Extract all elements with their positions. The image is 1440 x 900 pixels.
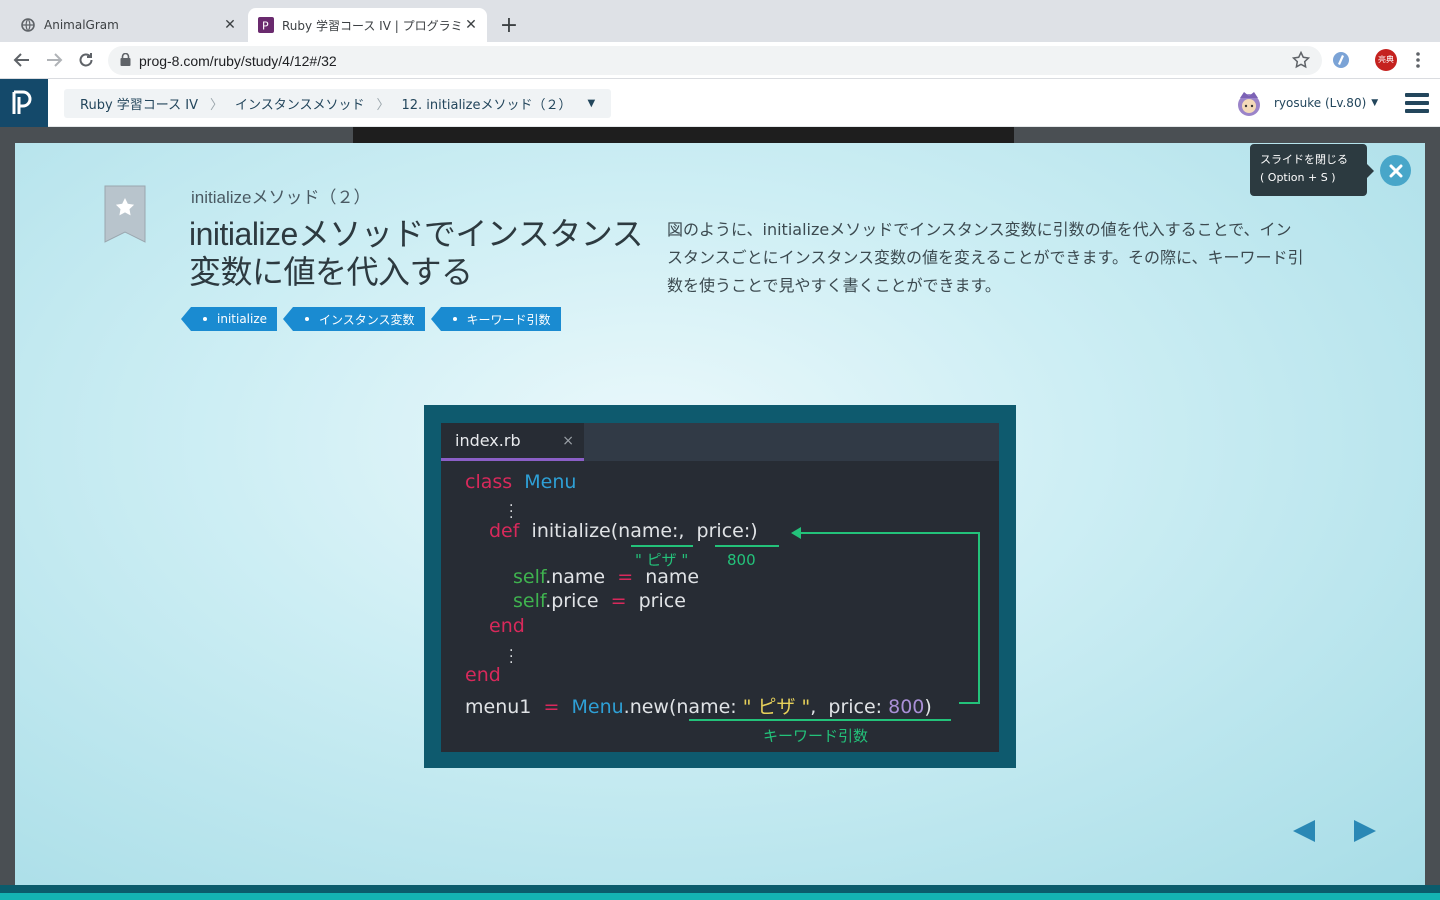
browser-toolbar: prog-8.com/ruby/study/4/12#/32 亮典 <box>0 42 1440 79</box>
profile-avatar[interactable]: 亮典 <box>1375 49 1397 71</box>
code-line-class: class Menu <box>465 471 577 493</box>
tab-title: AnimalGram <box>44 18 119 32</box>
page-content-edge <box>353 127 1014 143</box>
page-footer-bar <box>0 885 1440 900</box>
breadcrumb-lesson[interactable]: 12. initializeメソッド（２） <box>402 94 572 113</box>
file-tab: index.rb × <box>441 423 584 461</box>
lock-icon <box>120 51 131 70</box>
slide-title: initializeメソッドでインスタンス変数に値を代入する <box>189 216 644 290</box>
browser-tab-ruby-course[interactable]: P Ruby 学習コース IV | プログラミング ✕ <box>248 8 487 42</box>
browser-tab-animalgram[interactable]: AnimalGram ✕ <box>8 8 246 42</box>
back-arrow-icon[interactable] <box>9 47 35 73</box>
code-line-def: def initialize(name:, price:) <box>489 520 758 542</box>
previous-slide-arrow-icon[interactable] <box>1291 819 1317 842</box>
url-text: prog-8.com/ruby/study/4/12#/32 <box>139 52 337 69</box>
breadcrumb-chapter[interactable]: インスタンスメソッド <box>235 94 364 113</box>
site-header: Ruby 学習コース IV 〉 インスタンスメソッド 〉 12. initial… <box>0 79 1440 127</box>
file-tab-name: index.rb <box>455 431 521 450</box>
tab-close-icon[interactable]: ✕ <box>461 15 481 35</box>
profile-badge-text: 亮典 <box>1378 55 1394 64</box>
code-figure: index.rb × class Menu · · · def initialize… <box>424 405 1016 768</box>
tag-initialize[interactable]: initialize <box>180 307 278 331</box>
code-line-end-class: end <box>465 664 501 686</box>
chevron-right-icon: 〉 <box>209 98 223 113</box>
bookmark-icon[interactable] <box>103 184 147 244</box>
tag-instance-variable[interactable]: インスタンス変数 <box>283 307 425 331</box>
globe-icon <box>20 17 36 33</box>
annotation-keyword-argument: キーワード引数 <box>763 727 869 745</box>
progate-logo[interactable] <box>0 79 48 127</box>
close-icon <box>1389 164 1402 177</box>
close-slide-button[interactable] <box>1380 155 1411 186</box>
underline-name <box>631 545 693 547</box>
svg-text:P: P <box>262 20 269 33</box>
dropdown-caret-icon[interactable]: ▼ <box>588 98 596 109</box>
file-tab-close-icon: × <box>562 433 574 449</box>
ellipsis-vertical-icon: · · · <box>509 498 514 526</box>
slide-modal: initializeメソッド（２） initializeメソッドでインスタンス変… <box>15 143 1425 885</box>
forward-arrow-icon[interactable] <box>41 47 67 73</box>
user-avatar <box>1234 88 1264 118</box>
slide-subtitle: initializeメソッド（２） <box>191 188 371 207</box>
tab-title: Ruby 学習コース IV | プログラミング <box>282 18 461 33</box>
slide-description: 図のように、initializeメソッドでインスタンス変数に引数の値を代入するこ… <box>667 220 1304 295</box>
address-bar[interactable]: prog-8.com/ruby/study/4/12#/32 <box>108 46 1322 75</box>
tag-list: initialize インスタンス変数 キーワード引数 <box>180 307 561 331</box>
chevron-down-icon: ▼ <box>1371 98 1379 108</box>
tooltip-label: スライドを閉じる <box>1260 153 1348 166</box>
extension-icon[interactable] <box>1330 49 1352 71</box>
annotation-price-value: 800 <box>727 551 756 569</box>
user-name: ryosuke (Lv.80) <box>1274 96 1367 110</box>
code-line-self-name: self.name = name <box>513 566 700 588</box>
ellipsis-vertical-icon: · · · <box>509 643 514 671</box>
code-line-self-price: self.price = price <box>513 590 686 612</box>
code-editor: index.rb × class Menu · · · def initialize… <box>441 423 999 752</box>
user-menu[interactable]: ryosuke (Lv.80) ▼ <box>1234 89 1378 117</box>
close-tooltip: スライドを閉じる ( Option + S ) <box>1250 144 1374 196</box>
tag-keyword-argument[interactable]: キーワード引数 <box>430 307 561 331</box>
new-tab-button[interactable]: + <box>496 12 522 38</box>
tooltip-shortcut: ( Option + S ) <box>1260 171 1336 184</box>
browser-tab-strip: AnimalGram ✕ P Ruby 学習コース IV | プログラミング ✕… <box>0 0 1440 42</box>
tab-close-icon[interactable]: ✕ <box>220 15 240 35</box>
code-line-end-def: end <box>489 615 525 637</box>
breadcrumb: Ruby 学習コース IV 〉 インスタンスメソッド 〉 12. initial… <box>64 89 612 118</box>
browser-menu-icon[interactable] <box>1407 49 1429 71</box>
arrow-connector-icon <box>791 527 980 704</box>
hamburger-menu-icon[interactable] <box>1405 93 1429 113</box>
underline-price <box>715 545 779 547</box>
chevron-right-icon: 〉 <box>376 98 390 113</box>
breadcrumb-course[interactable]: Ruby 学習コース IV <box>80 94 198 113</box>
next-slide-arrow-icon[interactable] <box>1352 819 1378 842</box>
bookmark-star-icon[interactable] <box>1291 50 1311 73</box>
progate-favicon: P <box>258 17 274 33</box>
reload-icon[interactable] <box>73 47 99 73</box>
